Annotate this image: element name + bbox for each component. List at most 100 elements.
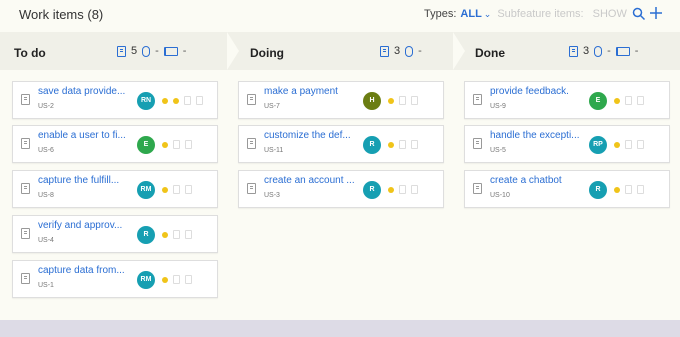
attachment-icon [185,140,192,149]
avatar[interactable]: R [589,181,607,199]
status-dot [614,98,620,104]
status-dot [162,232,168,238]
bug-count: - [155,45,159,57]
avatar[interactable]: RN [137,92,155,110]
work-item-card[interactable]: handle the excepti... US-5 RP [464,125,670,163]
attachment-icon [411,185,418,194]
work-item-id: US-7 [264,103,280,110]
story-icon [569,45,578,57]
work-item-title[interactable]: customize the def... [264,130,364,141]
work-item-id: US-4 [38,237,54,244]
work-item-id: US-10 [490,192,510,199]
attachment-icon [411,96,418,105]
work-item-card[interactable]: capture data from... US-1 RM [12,260,218,298]
lane-count: 3 [583,45,590,57]
status-dot [388,98,394,104]
attachment-icon [637,185,644,194]
work-item-title[interactable]: create a chatbot [490,175,590,186]
story-icon [247,94,256,105]
work-item-title[interactable]: provide feedback. [490,86,590,97]
story-icon [473,94,482,105]
attachment-icon [637,140,644,149]
avatar[interactable]: RP [589,136,607,154]
task-icon [625,96,632,105]
work-item-title[interactable]: verify and approv... [38,220,138,231]
avatar[interactable]: E [589,92,607,110]
work-item-card[interactable]: make a payment US-7 H [238,81,444,119]
work-item-card[interactable]: enable a user to fi... US-6 E [12,125,218,163]
task-icon [173,185,180,194]
story-icon [473,183,482,194]
chevron-down-icon[interactable]: ⌄ [484,9,492,19]
bug-count: - [607,45,611,57]
task-icon [399,140,406,149]
work-item-card[interactable]: provide feedback. US-9 E [464,81,670,119]
work-item-card[interactable]: create an account ... US-3 R [238,170,444,208]
work-item-title[interactable]: make a payment [264,86,364,97]
work-item-card[interactable]: create a chatbot US-10 R [464,170,670,208]
status-dot [173,98,179,104]
attachment-icon [185,275,192,284]
lane-summary: 3 - - [569,45,638,57]
story-icon [21,138,30,149]
attachment-icon [185,230,192,239]
attachment-icon [411,140,418,149]
work-item-title[interactable]: capture data from... [38,265,138,276]
work-item-title[interactable]: save data provide... [38,86,138,97]
bug-icon [594,45,603,57]
attachment-icon [637,96,644,105]
work-item-id: US-11 [264,147,284,154]
avatar[interactable]: R [137,226,155,244]
lane-separator [453,32,465,70]
work-item-card[interactable]: verify and approv... US-4 R [12,215,218,253]
story-icon [247,138,256,149]
avatar[interactable]: RM [137,181,155,199]
work-item-id: US-1 [38,282,54,289]
status-dot [614,187,620,193]
avatar[interactable]: H [363,92,381,110]
work-item-card[interactable]: customize the def... US-11 R [238,125,444,163]
plus-icon[interactable] [650,7,662,19]
avatar[interactable]: E [137,136,155,154]
bug-icon [142,45,151,57]
work-item-title[interactable]: enable a user to fi... [38,130,138,141]
lane-title: Doing [250,46,284,60]
work-item-card[interactable]: save data provide... US-2 RN [12,81,218,119]
story-icon [473,138,482,149]
story-icon [21,94,30,105]
status-dot [388,187,394,193]
work-item-id: US-2 [38,103,54,110]
lane-count: 3 [394,45,401,57]
flag-icon [615,46,630,56]
avatar[interactable]: R [363,136,381,154]
status-dot [162,187,168,193]
subfeature-toggle[interactable]: SHOW [593,8,627,20]
attachment-icon [196,96,203,105]
lane-summary: 5 - - [117,45,186,57]
work-item-id: US-3 [264,192,280,199]
task-icon [173,230,180,239]
task-icon [399,96,406,105]
task-icon [173,140,180,149]
types-label: Types: [424,8,457,20]
avatar[interactable]: RM [137,271,155,289]
lane-summary: 3- [380,45,422,57]
search-icon[interactable] [632,7,646,21]
story-icon [21,273,30,284]
lane-separator [227,32,239,70]
status-dot [388,142,394,148]
types-filter[interactable]: Types: ALL ⌄ Subfeature items: SHOW [424,8,627,20]
work-item-title[interactable]: handle the excepti... [490,130,590,141]
work-item-card[interactable]: capture the fulfill... US-8 RM [12,170,218,208]
work-item-title[interactable]: create an account ... [264,175,364,186]
status-dot [162,98,168,104]
lane-count: 5 [131,45,138,57]
story-icon [21,228,30,239]
types-dropdown[interactable]: ALL [460,8,481,20]
lane-title: To do [14,46,46,60]
avatar[interactable]: R [363,181,381,199]
lane-title: Done [475,46,505,60]
bug-count: - [418,45,422,57]
panel-header: Work items (8) Types: ALL ⌄ Subfeature item… [0,0,680,30]
work-item-title[interactable]: capture the fulfill... [38,175,138,186]
